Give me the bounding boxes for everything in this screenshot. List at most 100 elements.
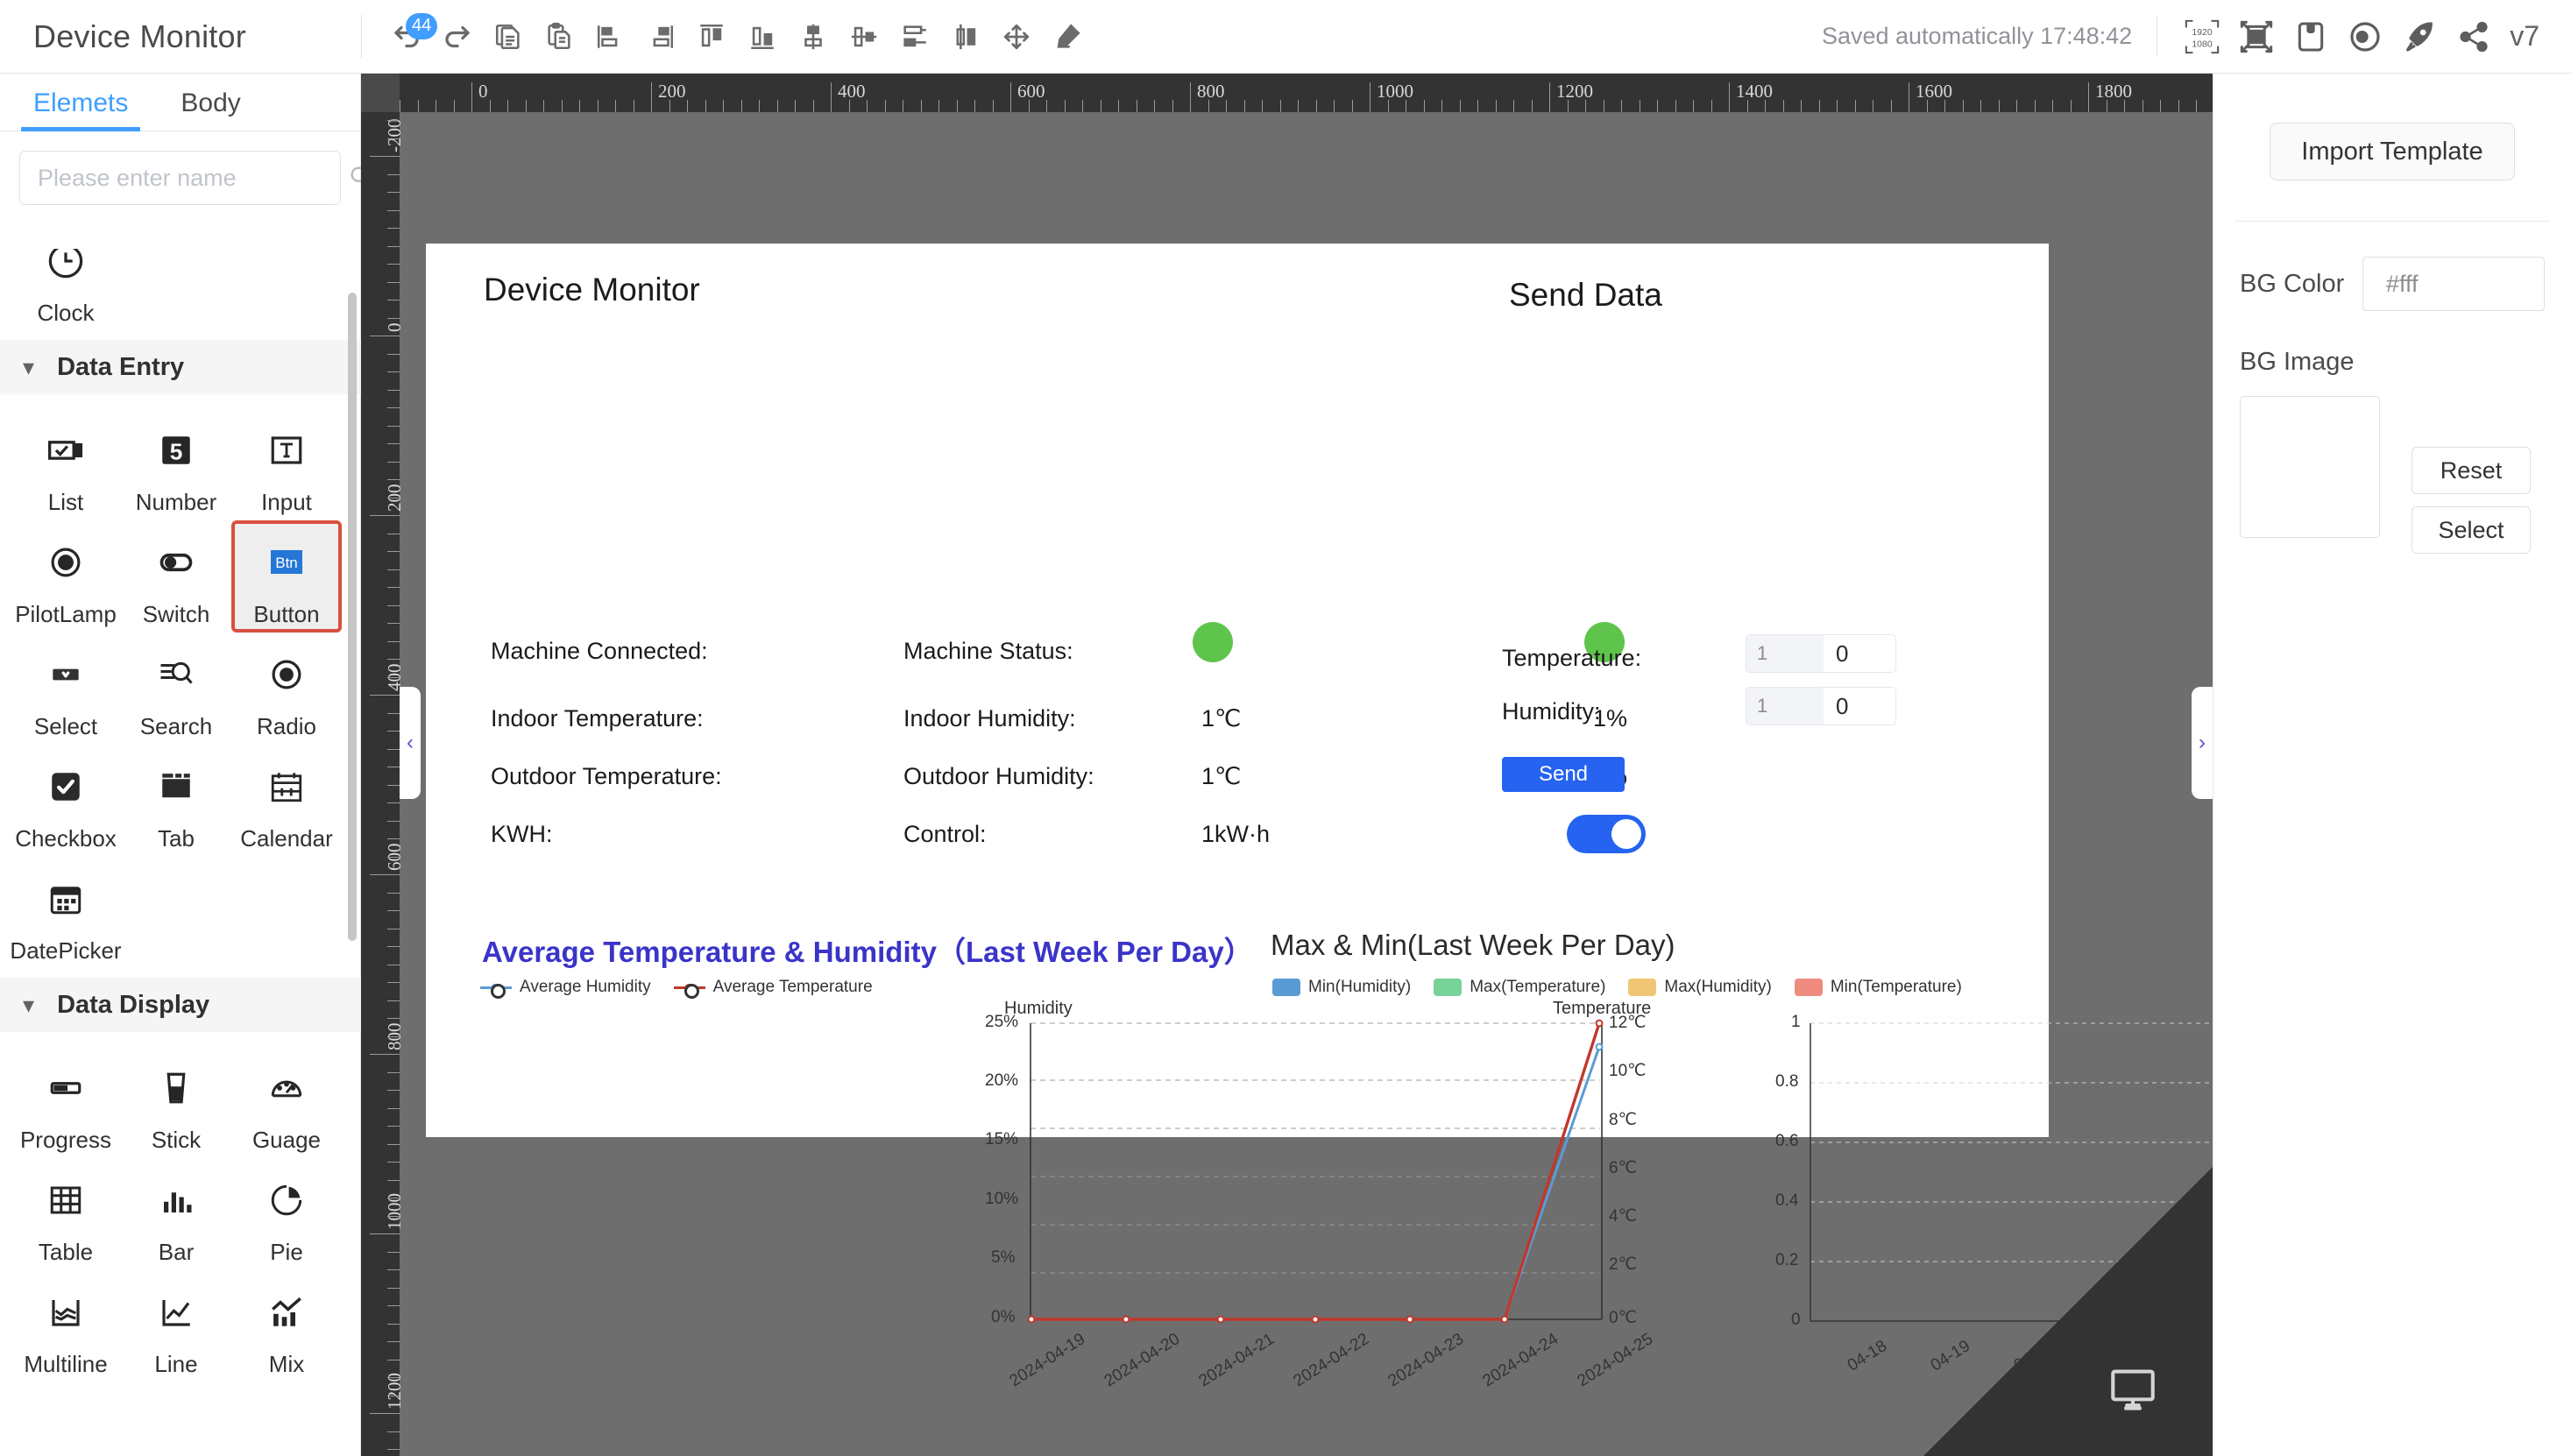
distribute-vertical-icon[interactable] <box>889 11 940 62</box>
desktop-monitor-icon[interactable] <box>2107 1368 2158 1416</box>
palette-item-input[interactable]: Input <box>231 408 342 520</box>
input-value[interactable]: 0 <box>1824 635 1895 672</box>
align-center-horizontal-icon[interactable] <box>788 11 839 62</box>
send-data-title: Send Data <box>1509 277 1662 313</box>
align-left-icon[interactable] <box>584 11 635 62</box>
sidebar-scrollbar[interactable] <box>348 293 357 941</box>
palette-item-calendar[interactable]: Calendar <box>231 745 342 857</box>
save-icon[interactable] <box>2284 10 2338 64</box>
palette-item-pilotlamp[interactable]: PilotLamp <box>11 520 121 633</box>
legend-swatch-min-temperature <box>1794 979 1823 996</box>
tab-elemets[interactable]: Elemets <box>21 88 141 131</box>
pen-icon[interactable] <box>1042 11 1093 62</box>
right-panel: Import Template BG Color #fff BG Image R… <box>2213 74 2571 1456</box>
horizontal-ruler[interactable]: 0 200 400 600 800 1000 1200 1400 1600 18… <box>361 74 2213 112</box>
resolution-icon[interactable]: 1920 1080 <box>2175 10 2229 64</box>
legend-item[interactable]: Min(Temperature) <box>1794 978 1962 997</box>
svg-text:1080: 1080 <box>2192 39 2213 49</box>
legend-label: Max(Humidity) <box>1664 978 1772 996</box>
palette-item-radio[interactable]: Radio <box>231 633 342 745</box>
palette-item-label: Tab <box>158 825 195 852</box>
radio-icon <box>268 650 305 699</box>
input-send-humidity[interactable]: 1 0 <box>1746 687 1896 725</box>
chart1-ytick: 25% <box>985 1013 1019 1031</box>
palette-item-button[interactable]: Btn Button <box>231 520 342 633</box>
palette-item-table[interactable]: Table <box>11 1158 121 1270</box>
legend-item[interactable]: Min(Humidity) <box>1272 978 1411 997</box>
legend-item[interactable]: Average Temperature <box>673 978 873 999</box>
palette-item-checkbox[interactable]: Checkbox <box>11 745 121 857</box>
search-input[interactable] <box>38 164 348 192</box>
palette-item-search[interactable]: Search <box>121 633 231 745</box>
chart-title-max-min: Max & Min(Last Week Per Day) <box>1271 929 1675 961</box>
palette-item-tab[interactable]: Tab <box>121 745 231 857</box>
align-bottom-icon[interactable] <box>737 11 788 62</box>
canvas-area[interactable]: Device Monitor Machine Connected: Machin… <box>361 74 2213 1456</box>
legend-label: Average Humidity <box>520 978 651 996</box>
share-icon[interactable] <box>2447 10 2501 64</box>
bg-image-row: Reset Select <box>2213 377 2571 554</box>
palette-item-stick[interactable]: Stick <box>121 1046 231 1158</box>
palette-item-label: Table <box>38 1239 94 1265</box>
collapse-right-panel-handle[interactable]: › <box>2192 687 2213 799</box>
svg-text:1920: 1920 <box>2192 27 2213 38</box>
palette-item-select[interactable]: Select <box>11 633 121 745</box>
bg-image-select-button[interactable]: Select <box>2412 506 2531 554</box>
ruler-h-label: 600 <box>1017 81 1045 102</box>
legend-item[interactable]: Max(Humidity) <box>1628 978 1772 997</box>
palette-item-multiline[interactable]: Multiline <box>11 1270 121 1382</box>
palette-item-guage[interactable]: Guage <box>231 1046 342 1158</box>
toggle-knob <box>1611 819 1641 849</box>
preview-icon[interactable] <box>2338 10 2392 64</box>
palette-group-data-display[interactable]: ▾ Data Display <box>0 978 361 1032</box>
vertical-ruler[interactable]: -200 0 200 400 600 800 1000 1200 <box>361 74 405 1456</box>
redo-icon[interactable] <box>432 11 483 62</box>
align-right-icon[interactable] <box>635 11 686 62</box>
bg-image-preview[interactable] <box>2240 396 2380 538</box>
palette-group-data-entry[interactable]: ▾ Data Entry <box>0 340 361 394</box>
legend-item[interactable]: Max(Temperature) <box>1434 978 1605 997</box>
input-value[interactable]: 0 <box>1824 688 1895 724</box>
palette-item-label: Guage <box>251 1127 322 1153</box>
palette-item-label: List <box>47 489 84 515</box>
palette-item-label: PilotLamp <box>15 601 117 627</box>
send-button[interactable]: Send <box>1502 757 1625 792</box>
distribute-horizontal-icon[interactable] <box>940 11 991 62</box>
multiline-chart-icon <box>47 1288 84 1337</box>
palette-item-mix[interactable]: Mix <box>231 1270 342 1382</box>
palette-group-title: Data Entry <box>57 352 185 381</box>
tab-icon <box>158 762 195 811</box>
palette-item-pie[interactable]: Pie <box>231 1158 342 1270</box>
svg-text:5: 5 <box>170 439 183 465</box>
palette-item-list[interactable]: List <box>11 408 121 520</box>
copy-icon[interactable] <box>483 11 534 62</box>
search-box[interactable] <box>19 151 371 205</box>
palette-item-label: DatePicker <box>10 937 122 964</box>
input-send-temperature[interactable]: 1 0 <box>1746 634 1896 673</box>
collapse-left-panel-handle[interactable]: ‹ <box>400 687 421 799</box>
palette-item-bar[interactable]: Bar <box>121 1158 231 1270</box>
legend-item[interactable]: Average Humidity <box>480 978 651 999</box>
palette-item-progress[interactable]: Progress <box>11 1046 121 1158</box>
palette-item-clock[interactable]: Clock <box>11 249 121 331</box>
bg-color-input[interactable]: #fff <box>2362 257 2545 311</box>
palette-item-datepicker[interactable]: DatePicker <box>10 857 122 969</box>
palette-item-number[interactable]: 5 Number <box>121 408 231 520</box>
align-center-vertical-icon[interactable] <box>839 11 889 62</box>
design-page[interactable]: Device Monitor Machine Connected: Machin… <box>426 244 2213 1390</box>
align-top-icon[interactable] <box>686 11 737 62</box>
control-toggle[interactable]: on <box>1567 815 1646 853</box>
ruler-v-label: 1000 <box>384 1193 405 1230</box>
bg-image-label: BG Image <box>2240 348 2355 376</box>
palette-item-label: Stick <box>151 1127 202 1153</box>
palette-item-line[interactable]: Line <box>121 1270 231 1382</box>
undo-icon[interactable]: 44 <box>381 11 438 62</box>
tab-body[interactable]: Body <box>168 88 252 131</box>
bg-image-reset-button[interactable]: Reset <box>2412 447 2531 494</box>
move-icon[interactable] <box>991 11 1042 62</box>
paste-icon[interactable] <box>534 11 584 62</box>
palette-item-switch[interactable]: Switch <box>121 520 231 633</box>
fit-screen-icon[interactable] <box>2229 10 2284 64</box>
import-template-button[interactable]: Import Template <box>2270 123 2515 180</box>
publish-rocket-icon[interactable] <box>2392 10 2447 64</box>
